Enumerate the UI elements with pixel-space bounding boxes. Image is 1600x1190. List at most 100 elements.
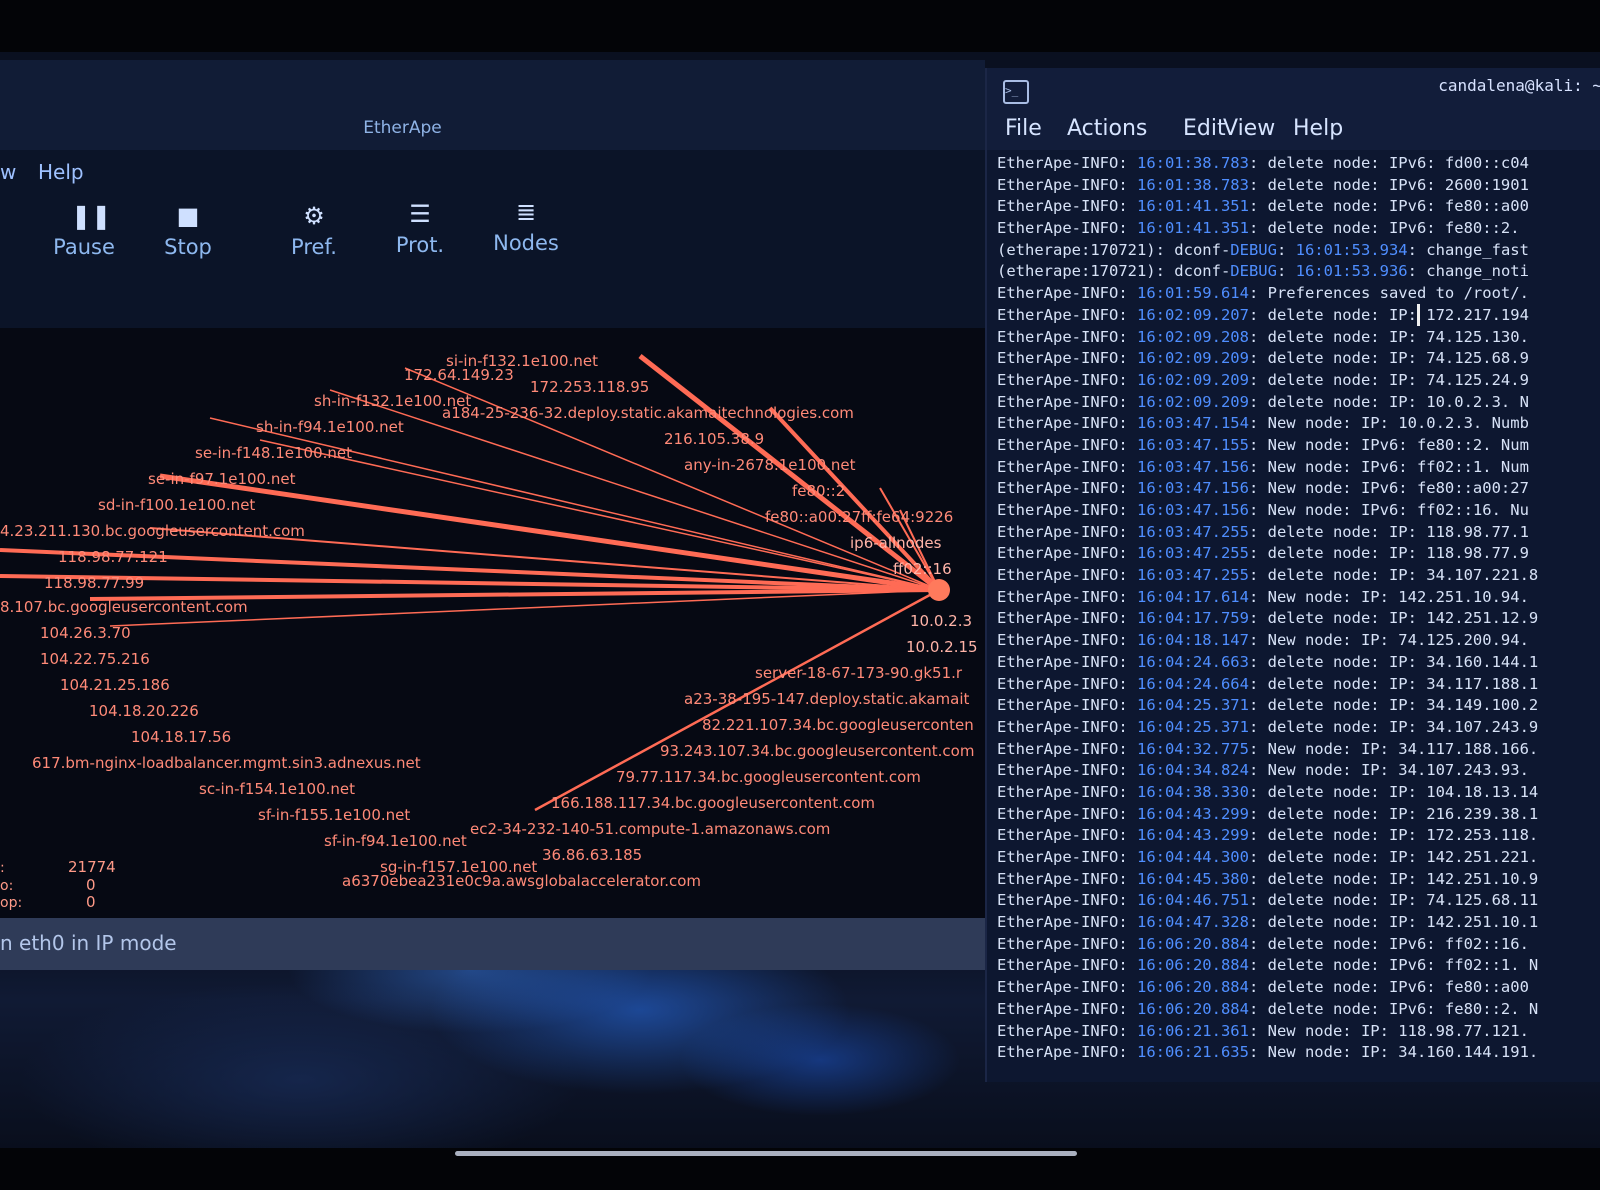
stop-button[interactable]: ■ Stop — [140, 203, 236, 259]
node-label[interactable]: ec2-34-232-140-51.compute-1.amazonaws.co… — [470, 820, 830, 838]
text-cursor-icon — [1417, 304, 1420, 326]
log-message: : New node: IPv6: ff02::16. Nu — [1248, 501, 1529, 519]
log-prefix: EtherApe-INFO: — [997, 848, 1137, 866]
menu-actions[interactable]: Actions — [1067, 116, 1147, 141]
menu-help[interactable]: Help — [1293, 116, 1343, 141]
log-message: : delete node: IPv6: ff02::1. N — [1248, 956, 1539, 975]
screen-bezel-top — [0, 0, 1600, 52]
node-label[interactable]: 8.107.bc.googleusercontent.com — [0, 598, 248, 616]
log-line: EtherApe-INFO: 16:01:41.351: delete node… — [997, 197, 1600, 219]
node-label[interactable]: ff02::16 — [893, 560, 952, 578]
protocols-button[interactable]: ☰ Prot. — [372, 201, 468, 257]
menu-help[interactable]: Help — [38, 160, 84, 184]
stat-value-total: 21774 — [68, 858, 116, 876]
log-prefix: EtherApe-INFO: — [997, 804, 1137, 823]
log-prefix: EtherApe-INFO: — [997, 761, 1137, 780]
node-label[interactable]: 104.18.17.56 — [131, 728, 231, 746]
terminal-output[interactable]: EtherApe-INFO: 16:01:38.783: delete node… — [997, 154, 1600, 1074]
node-label[interactable]: sf-in-f94.1e100.net — [324, 832, 467, 850]
etherape-titlebar[interactable]: EtherApe — [0, 60, 985, 150]
node-label[interactable]: 93.243.107.34.bc.googleusercontent.com — [660, 742, 974, 760]
stat-key-inst: o: — [0, 878, 14, 894]
pause-label: Pause — [53, 235, 115, 259]
menu-edit[interactable]: Edit — [1183, 116, 1226, 141]
log-message: : delete node: IP: 172.253.118. — [1248, 826, 1539, 845]
log-prefix: EtherApe-INFO: — [997, 739, 1137, 758]
node-label[interactable]: 82.221.107.34.bc.googleuserconten — [702, 716, 974, 734]
node-label[interactable]: 166.188.117.34.bc.googleusercontent.com — [551, 794, 875, 812]
nodes-button[interactable]: ≣ Nodes — [478, 199, 574, 255]
log-timestamp: 16:06:20.884 — [1136, 999, 1249, 1018]
node-label[interactable]: 118.98.77.121 — [58, 548, 168, 566]
node-label[interactable]: 10.0.2.3 — [910, 612, 972, 630]
log-message: : delete node: IP: 142.251.10.1 — [1248, 913, 1539, 932]
node-label[interactable]: 172.253.118.95 — [530, 378, 649, 396]
preferences-button[interactable]: ⚙ Pref. — [266, 203, 362, 259]
log-message: : New node: IP: 142.251.10.94. — [1248, 587, 1529, 606]
log-line: EtherApe-INFO: 16:04:32.775: New node: I… — [997, 740, 1600, 762]
pause-button[interactable]: ❚❚ Pause — [36, 203, 132, 259]
log-timestamp: 16:03:47.155 — [1136, 435, 1249, 454]
log-timestamp: 16:03:47.255 — [1136, 544, 1249, 563]
menu-view[interactable]: w — [0, 160, 16, 184]
stat-value-inst: 0 — [86, 876, 96, 894]
protocols-icon: ☰ — [409, 200, 431, 228]
log-line: EtherApe-INFO: 16:03:47.156: New node: I… — [997, 501, 1600, 523]
node-label[interactable]: a184-25-236-32.deploy.static.akamaitechn… — [442, 404, 854, 422]
node-label[interactable]: a23-38-195-147.deploy.static.akamait — [684, 690, 969, 708]
log-message: : delete node: IPv6: ff02::16. — [1248, 934, 1529, 953]
node-label[interactable]: sc-in-f154.1e100.net — [199, 780, 355, 798]
log-prefix: EtherApe-INFO: — [997, 631, 1137, 650]
node-label[interactable]: 4.23.211.130.bc.googleusercontent.com — [0, 522, 305, 540]
node-label[interactable]: se-in-f97.1e100.net — [148, 470, 295, 488]
log-prefix: EtherApe-INFO: — [997, 717, 1137, 736]
node-label[interactable]: 104.22.75.216 — [40, 650, 150, 668]
node-label[interactable]: 617.bm-nginx-loadbalancer.mgmt.sin3.adne… — [32, 754, 421, 772]
network-graph-canvas[interactable]: si-in-f132.1e100.net 172.64.149.23 172.2… — [0, 328, 985, 918]
node-label[interactable]: 104.18.20.226 — [89, 702, 199, 720]
log-timestamp: 16:03:47.154 — [1136, 414, 1249, 433]
log-prefix: EtherApe-INFO: — [997, 826, 1137, 845]
menu-view[interactable]: View — [1223, 116, 1275, 141]
node-label[interactable]: any-in-2678.1e100.net — [684, 456, 856, 474]
log-timestamp: 16:06:21.361 — [1136, 1021, 1249, 1040]
node-label[interactable]: 216.105.38.9 — [664, 430, 764, 448]
log-message: : delete node: IPv6: fe80::2. N — [1248, 999, 1539, 1018]
node-label[interactable]: sh-in-f94.1e100.net — [256, 418, 404, 436]
node-label[interactable]: 172.64.149.23 — [404, 366, 514, 384]
protocols-label: Prot. — [395, 233, 445, 257]
node-label[interactable]: fe80::2 — [792, 482, 845, 500]
log-prefix: EtherApe-INFO: — [997, 869, 1137, 888]
log-prefix: EtherApe-INFO: — [997, 913, 1137, 932]
log-message: : New node: IP: 34.160.144.191. — [1248, 1043, 1539, 1062]
log-message: : delete node: IP: 104.18.13.14 — [1248, 782, 1539, 801]
log-message: : delete node: IP: 34.117.188.1 — [1248, 674, 1539, 693]
node-label[interactable]: 104.26.3.70 — [40, 624, 131, 642]
node-label[interactable]: sf-in-f155.1e100.net — [258, 806, 410, 824]
node-label[interactable]: fe80::a00:27ff:fe64:9226 — [765, 508, 953, 526]
stop-label: Stop — [164, 235, 212, 259]
log-line: EtherApe-INFO: 16:04:46.751: delete node… — [997, 891, 1600, 913]
log-timestamp: 16:03:47.156 — [1136, 501, 1249, 519]
log-message: : delete node: IP: 34.160.144.1 — [1248, 652, 1539, 671]
log-timestamp: 16:02:09.209 — [1136, 392, 1249, 411]
terminal-titlebar[interactable]: >_ candalena@kali: ~ File Actions Edit V… — [987, 68, 1600, 150]
node-label[interactable]: 10.0.2.15 — [906, 638, 978, 656]
node-label[interactable]: 118.98.77.99 — [44, 574, 144, 592]
node-label[interactable]: 104.21.25.186 — [60, 676, 170, 694]
node-label[interactable]: ip6-allnodes — [850, 534, 941, 552]
node-label[interactable]: 79.77.117.34.bc.googleusercontent.com — [616, 768, 921, 786]
node-label[interactable]: sd-in-f100.1e100.net — [98, 496, 255, 514]
node-label[interactable]: se-in-f148.1e100.net — [195, 444, 352, 462]
log-prefix: EtherApe-INFO: — [997, 479, 1137, 498]
log-message: : delete node: IP: 172.217.194 — [1248, 305, 1529, 324]
node-label[interactable]: server-18-67-173-90.gk51.r — [755, 664, 962, 682]
menu-file[interactable]: File — [1005, 116, 1042, 141]
log-message: : New node: IPv6: fe80::a00:27 — [1248, 479, 1529, 498]
log-line: EtherApe-INFO: 16:03:47.155: New node: I… — [997, 436, 1600, 458]
log-line: EtherApe-INFO: 16:06:20.884: delete node… — [997, 978, 1600, 1000]
log-timestamp: 16:02:09.209 — [1136, 370, 1249, 389]
log-prefix: EtherApe-INFO: — [997, 652, 1137, 671]
node-label[interactable]: 36.86.63.185 — [542, 846, 642, 864]
node-label[interactable]: a6370ebea231e0c9a.awsglobalaccelerator.c… — [342, 872, 701, 890]
